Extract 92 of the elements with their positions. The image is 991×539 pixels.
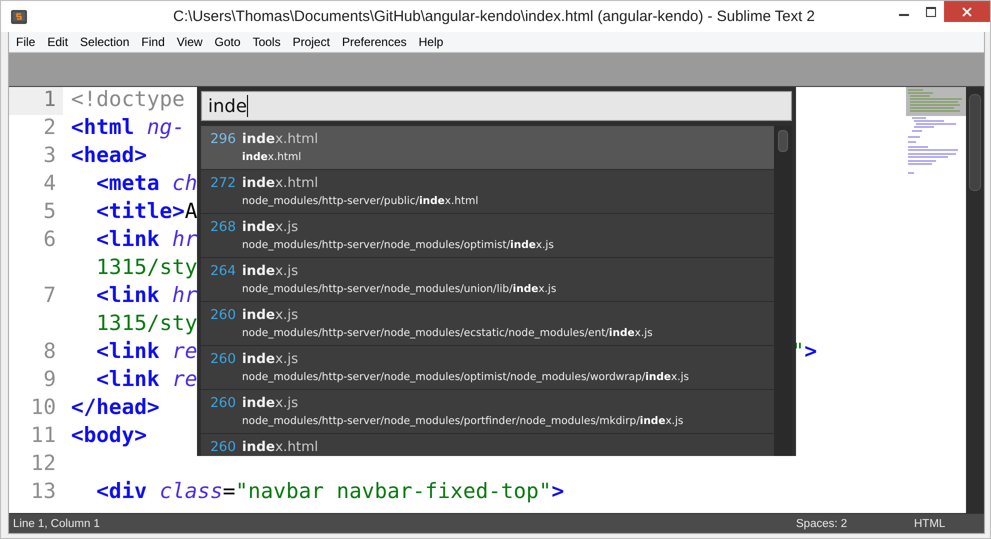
file-name: index.js [242,306,300,324]
match-score: 272 [209,174,237,193]
code-token: > [804,339,817,365]
file-name: index.js [242,394,300,412]
code-token: = [222,479,236,505]
result-item[interactable]: 260 index.js node_modules/http-server/node_modules/portfinder/node_modules/mkdirp/index.js [201,390,774,434]
menu-item[interactable]: Help [418,35,450,49]
menu-item[interactable]: Goto [214,35,248,49]
minimize-icon [898,14,908,16]
code-token: re [171,367,198,393]
code-token: re [171,339,198,365]
code-token: <head> [71,143,147,169]
code-token: <body> [71,423,147,449]
code-token: A [184,199,198,225]
scrollbar[interactable] [774,126,792,456]
code-token: 1315/sty [96,255,198,281]
result-item[interactable]: 296 index.html index.html [201,126,774,170]
line-number: 6 [43,227,56,251]
line-number: 5 [43,199,56,223]
code-token: > [551,479,564,505]
code-token: <!doctype [71,87,185,113]
menu-item[interactable]: View [176,35,210,49]
code-token: <link [96,367,160,393]
code-token: <link [96,339,160,365]
result-item[interactable]: 260 index.js node_modules/http-server/node_modules/optimist/node_modules/wordwrap/index.js [201,346,774,390]
menu-item[interactable]: Project [292,35,337,49]
menu-item[interactable]: Find [141,35,172,49]
menu-item[interactable]: Selection [80,35,136,49]
app-icon [10,8,28,24]
match-score: 260 [209,394,237,413]
file-path: node_modules/http-server/node_modules/optimist/node_modules/wordwrap/index.js [242,370,689,385]
code-token: <div [96,479,147,505]
line-number: 9 [43,367,56,391]
match-score: 264 [209,262,237,281]
search-field[interactable]: inde [201,91,792,121]
code-token: ch [171,171,198,197]
file-path: node_modules/http-server/node_modules/portfinder/node_modules/mkdirp/index.js [242,414,684,429]
result-item[interactable]: 260 index.html [201,434,774,456]
line-number: 3 [43,143,56,167]
window-title: C:\Users\Thomas\Documents\GitHub\angular-kendo\index.html (angular-kendo) - Sublime Text 2 [172,8,816,25]
file-name: index.js [242,350,300,368]
code-token: </head> [71,395,160,421]
line-number: 7 [43,283,56,307]
scrollbar[interactable] [966,87,984,513]
match-score: 260 [209,306,237,325]
code-token: <meta [96,171,160,197]
file-name: index.html [242,438,318,456]
line-number: 12 [30,451,56,475]
result-item[interactable]: 272 index.html node_modules/http-server/public/index.html [201,170,774,214]
close-button[interactable] [944,1,990,22]
line-number: 1 [43,87,56,111]
line-number: 13 [30,479,56,503]
menu-item[interactable]: Tools [252,35,288,49]
file-path: node_modules/http-server/node_modules/ecstatic/node_modules/ent/index.js [242,326,653,341]
line-number: 2 [43,115,56,139]
code-token: hr [171,283,198,309]
result-item[interactable]: 264 index.js node_modules/http-server/node_modules/union/lib/index.js [201,258,774,302]
result-item[interactable]: 260 index.js node_modules/http-server/node_modules/ecstatic/node_modules/ent/index.js [201,302,774,346]
code-token: "navbar navbar-fixed-top" [235,479,552,505]
code-token: <title> [96,199,185,225]
code-token: 1315/sty [96,311,198,337]
maximize-icon [926,6,936,16]
file-name: index.html [242,174,320,192]
menu-item[interactable]: File [16,35,42,49]
indentation-setting[interactable]: Spaces: 2 [796,518,914,530]
file-path: node_modules/http-server/public/index.html [242,194,478,209]
file-path: node_modules/http-server/node_modules/optimist/index.js [242,238,554,253]
file-path: index.html [242,150,302,165]
code-token: <link [96,283,160,309]
code-token: <html [71,115,134,141]
menu-item[interactable]: Edit [47,35,76,49]
line-number: 11 [30,423,56,447]
match-score: 260 [209,350,237,369]
code-token: <link [96,227,160,253]
file-name: index.js [242,262,300,280]
close-icon [962,6,972,16]
syntax-mode[interactable]: HTML [914,518,984,530]
cursor-position: Line 1, Column 1 [12,518,101,530]
line-number: 4 [43,171,56,195]
match-score: 296 [209,130,237,149]
code-token: ng- [146,115,185,141]
file-path: node_modules/http-server/node_modules/union/lib/index.js [242,282,556,297]
line-number: 8 [43,339,56,363]
match-score: 268 [209,218,237,237]
code-token: class [158,479,223,505]
menu-item[interactable]: Preferences [342,35,414,49]
line-number: 10 [30,395,56,419]
match-score: 260 [209,438,237,456]
file-name: index.js [242,218,300,236]
code-token: hr [171,227,198,253]
file-name: index.html [242,130,318,148]
result-item[interactable]: 268 index.js node_modules/http-server/node_modules/optimist/index.js [201,214,774,258]
